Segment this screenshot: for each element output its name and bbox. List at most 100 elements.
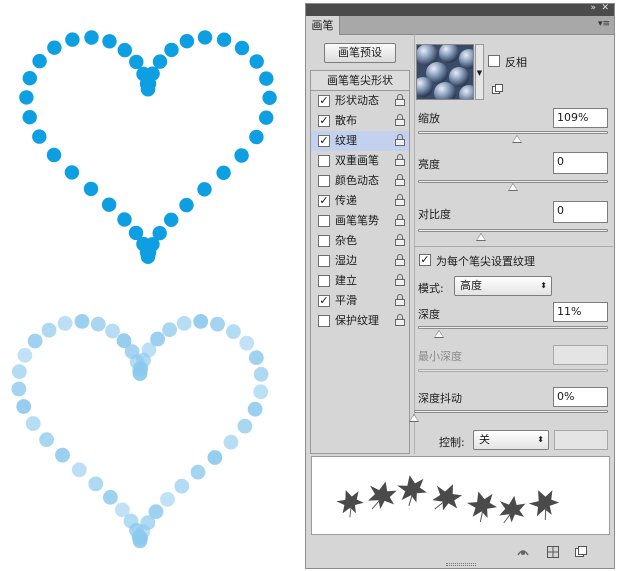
heart-dot xyxy=(55,447,70,463)
lock-icon[interactable] xyxy=(395,294,405,307)
heart-dot xyxy=(102,34,117,49)
setting-checkbox[interactable] xyxy=(318,255,330,267)
panel-menu-icon[interactable]: ▾≡ xyxy=(598,19,610,29)
lock-icon[interactable] xyxy=(395,214,405,227)
lock-icon[interactable] xyxy=(395,254,405,267)
pattern-picker-dropdown[interactable]: ▼ xyxy=(475,44,484,100)
heart-dot xyxy=(164,212,179,227)
brush-setting-item[interactable]: 保护纹理 xyxy=(311,311,409,331)
depth-slider-thumb[interactable] xyxy=(433,330,444,338)
control-value: 关 xyxy=(479,433,490,446)
texture-pattern-swatch[interactable] xyxy=(416,44,474,100)
heart-dot xyxy=(32,129,47,144)
depth-slider-track[interactable] xyxy=(418,326,608,329)
setting-checkbox[interactable] xyxy=(318,315,330,327)
grid-view-icon[interactable] xyxy=(546,545,560,559)
heart-dot xyxy=(25,416,41,431)
setting-label: 传递 xyxy=(335,194,357,207)
setting-checkbox[interactable] xyxy=(318,155,330,167)
brightness-input[interactable]: 0 xyxy=(553,152,608,174)
heart-dot xyxy=(160,492,175,507)
depth-jitter-slider-thumb[interactable] xyxy=(409,414,419,422)
contrast-slider-thumb[interactable] xyxy=(475,233,486,241)
setting-checkbox[interactable] xyxy=(318,175,330,187)
contrast-slider-track[interactable] xyxy=(418,229,608,232)
divider xyxy=(414,34,415,454)
brush-setting-item[interactable]: 杂色 xyxy=(311,231,409,251)
depth-input[interactable]: 11% xyxy=(553,302,608,322)
collapse-icon[interactable]: » xyxy=(590,3,596,13)
mode-value: 高度 xyxy=(460,279,482,292)
resize-grip[interactable] xyxy=(446,563,476,566)
setting-checkbox[interactable]: ✓ xyxy=(318,135,330,147)
heart-dot xyxy=(71,462,87,478)
setting-checkbox[interactable] xyxy=(318,275,330,287)
brush-setting-item[interactable]: ✓ 散布 xyxy=(311,111,409,131)
setting-label: 杂色 xyxy=(335,234,357,247)
lock-icon[interactable] xyxy=(395,234,405,247)
brush-setting-item[interactable]: ✓ 平滑 xyxy=(311,291,409,311)
brush-setting-item[interactable]: ✓ 纹理 xyxy=(311,131,409,151)
lock-icon[interactable] xyxy=(395,194,405,207)
tab-brush[interactable]: 画笔 xyxy=(306,16,340,35)
scale-input[interactable]: 109% xyxy=(553,108,608,128)
depth-jitter-slider-track[interactable] xyxy=(414,410,608,413)
setting-checkbox[interactable]: ✓ xyxy=(318,295,330,307)
brush-setting-item[interactable]: 双重画笔 xyxy=(311,151,409,171)
heart-dot xyxy=(19,90,34,105)
lock-icon[interactable] xyxy=(395,314,405,327)
contrast-input[interactable]: 0 xyxy=(553,201,608,223)
setting-label: 形状动态 xyxy=(335,94,379,107)
heart-dot xyxy=(253,384,269,400)
brush-setting-item[interactable]: 湿边 xyxy=(311,251,409,271)
new-brush-icon[interactable] xyxy=(574,545,588,559)
close-icon[interactable]: ✕ xyxy=(601,3,609,13)
brush-presets-button[interactable]: 画笔预设 xyxy=(324,43,396,63)
brush-setting-item[interactable]: 颜色动态 xyxy=(311,171,409,191)
control-select[interactable]: 关 ⬍ xyxy=(473,430,549,450)
heart-dot xyxy=(164,42,179,58)
heart-dot xyxy=(216,32,232,47)
per-tip-checkbox[interactable]: ✓ xyxy=(419,254,431,266)
heart-dot xyxy=(115,502,130,518)
invert-label: 反相 xyxy=(505,56,527,69)
lock-icon[interactable] xyxy=(395,114,405,127)
brush-setting-item[interactable]: 画笔笔势 xyxy=(311,211,409,231)
heart-dot xyxy=(101,197,117,212)
setting-label: 平滑 xyxy=(335,294,357,307)
new-preset-icon[interactable] xyxy=(492,84,503,95)
heart-dot xyxy=(83,181,99,197)
heart-dot xyxy=(259,110,274,125)
control-label: 控制: xyxy=(439,436,465,449)
lock-icon[interactable] xyxy=(395,154,405,167)
brush-setting-item[interactable]: ✓ 传递 xyxy=(311,191,409,211)
setting-checkbox[interactable]: ✓ xyxy=(318,95,330,107)
setting-checkbox[interactable] xyxy=(318,215,330,227)
lock-icon[interactable] xyxy=(395,174,405,187)
setting-label: 纹理 xyxy=(335,134,357,147)
mode-select[interactable]: 高度 ⬍ xyxy=(454,276,552,296)
textured-dot-heart xyxy=(11,314,269,549)
setting-checkbox[interactable] xyxy=(318,235,330,247)
setting-checkbox[interactable]: ✓ xyxy=(318,115,330,127)
heart-dot xyxy=(216,165,231,180)
depth-jitter-input[interactable]: 0% xyxy=(553,387,608,407)
brightness-slider-thumb[interactable] xyxy=(508,183,518,191)
setting-checkbox[interactable]: ✓ xyxy=(318,195,330,207)
brush-tip-shape-item[interactable]: 画笔笔尖形状 xyxy=(311,71,409,91)
leaf-mark xyxy=(499,495,526,524)
solid-dot-heart xyxy=(19,30,277,264)
heart-dot xyxy=(174,478,190,494)
lock-icon[interactable] xyxy=(395,134,405,147)
scale-slider-thumb[interactable] xyxy=(511,135,522,143)
brush-setting-item[interactable]: ✓ 形状动态 xyxy=(311,91,409,111)
lock-icon[interactable] xyxy=(395,94,405,107)
depth-label: 深度 xyxy=(418,308,440,321)
heart-dot xyxy=(249,54,264,69)
scale-slider-track[interactable] xyxy=(418,131,608,134)
brush-setting-item[interactable]: 建立 xyxy=(311,271,409,291)
invert-checkbox[interactable] xyxy=(488,55,500,67)
lock-icon[interactable] xyxy=(395,274,405,287)
heart-dot xyxy=(90,316,106,332)
toggle-live-tip-icon[interactable] xyxy=(516,545,530,559)
